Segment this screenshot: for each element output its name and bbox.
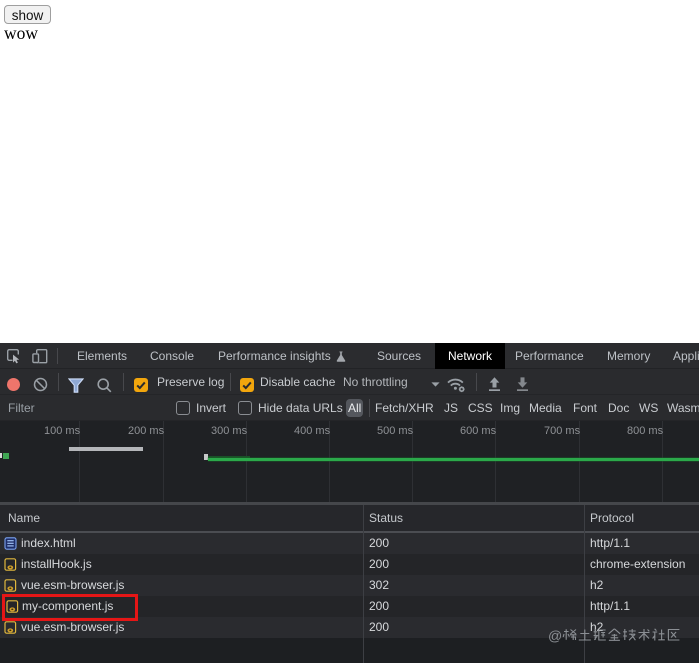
svg-text:@: @ (548, 628, 562, 643)
